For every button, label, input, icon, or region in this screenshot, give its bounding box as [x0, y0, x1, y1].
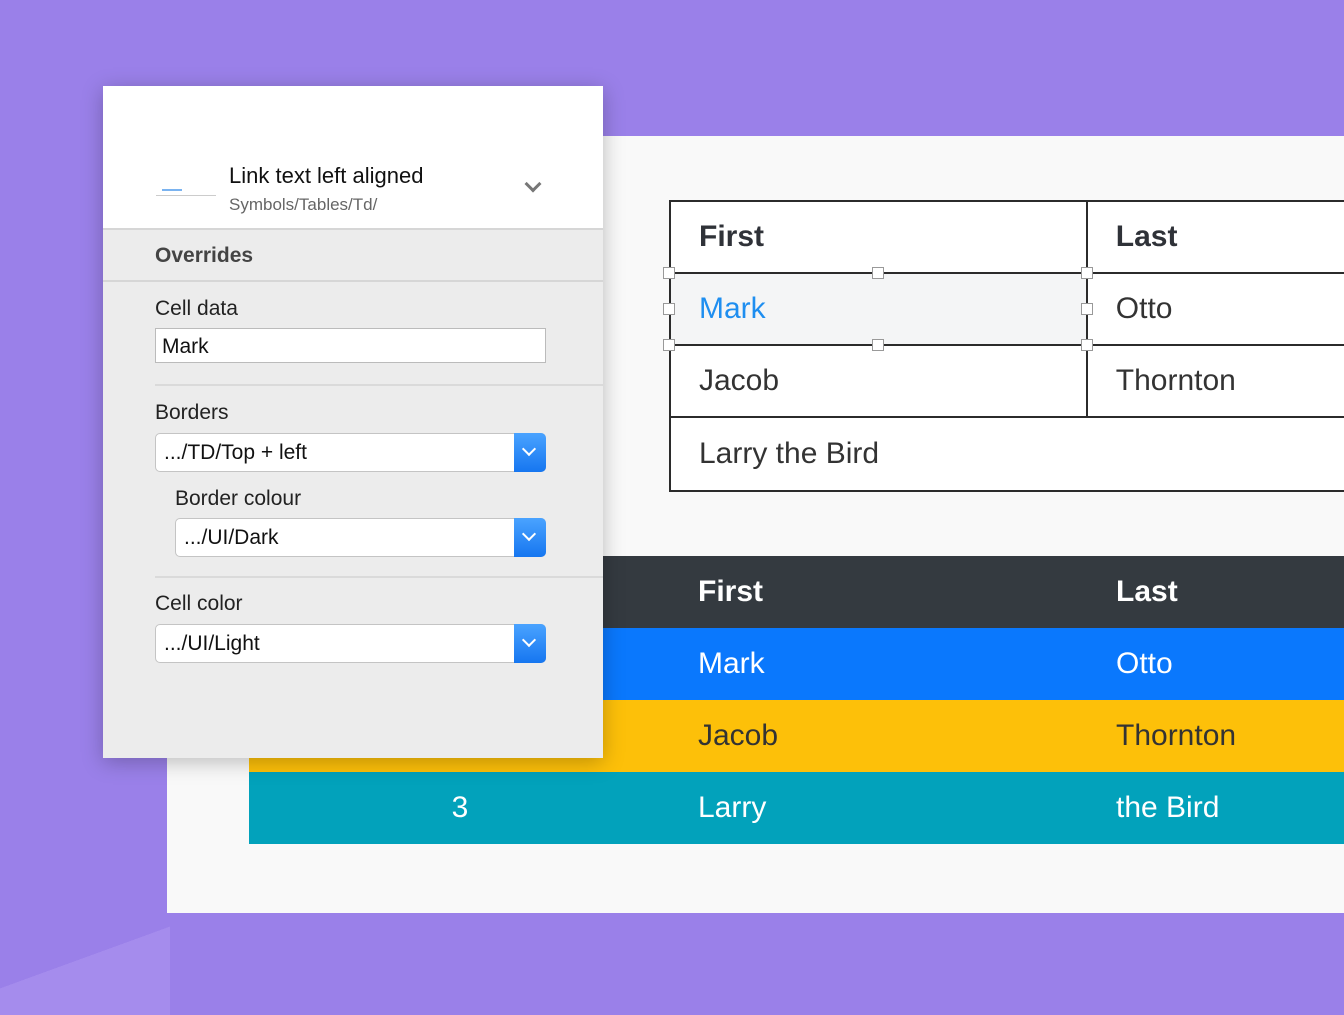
cell-data-input[interactable]: Mark — [155, 328, 546, 363]
table-row: Mark Otto — [671, 274, 1344, 346]
symbol-header[interactable]: Link text left aligned Symbols/Tables/Td… — [103, 86, 603, 230]
bordered-table: First Last Mark Otto Jacob Thornton Larr… — [669, 200, 1344, 492]
borders-select[interactable]: .../TD/Top + left — [155, 433, 546, 472]
overrides-heading: Overrides — [103, 230, 603, 282]
resize-handle[interactable] — [872, 339, 884, 351]
borders-value: .../TD/Top + left — [164, 441, 307, 464]
background-shade — [0, 900, 170, 1015]
cell-color-value: .../UI/Light — [164, 632, 260, 655]
symbol-thumbnail — [156, 186, 216, 196]
table-cell[interactable]: Otto — [1088, 274, 1344, 344]
cell-color-select[interactable]: .../UI/Light — [155, 624, 546, 663]
symbol-title: Link text left aligned — [229, 163, 424, 188]
border-colour-label: Border colour — [175, 487, 302, 510]
symbol-path: Symbols/Tables/Td/ — [229, 195, 378, 214]
resize-handle[interactable] — [1081, 267, 1093, 279]
chevron-down-icon[interactable] — [514, 624, 546, 663]
border-colour-value: .../UI/Dark — [184, 526, 279, 549]
resize-handle[interactable] — [663, 267, 675, 279]
divider — [155, 384, 603, 386]
table-header-row: First Last — [671, 202, 1344, 274]
resize-handle[interactable] — [663, 339, 675, 351]
selected-cell[interactable]: Mark — [671, 274, 1088, 344]
table-cell[interactable]: Larry the Bird — [671, 418, 1344, 490]
table-cell: Otto — [1116, 647, 1173, 680]
inspector-panel: Link text left aligned Symbols/Tables/Td… — [103, 86, 603, 758]
chevron-down-icon[interactable] — [514, 433, 546, 472]
chevron-down-icon[interactable] — [524, 175, 542, 193]
header-first: First — [671, 202, 1088, 272]
cell-color-label: Cell color — [155, 592, 243, 615]
table-row: Jacob Thornton — [671, 346, 1344, 418]
table-cell: the Bird — [1116, 791, 1220, 824]
divider — [155, 576, 603, 578]
table-cell[interactable]: Thornton — [1088, 346, 1344, 416]
header-first: First — [698, 575, 764, 608]
header-last: Last — [1115, 220, 1178, 253]
table-cell: Jacob — [698, 719, 779, 752]
resize-handle[interactable] — [1081, 339, 1093, 351]
cell-data-label: Cell data — [155, 297, 238, 320]
resize-handle[interactable] — [663, 303, 675, 315]
table-cell: Mark — [698, 647, 765, 680]
table-cell: Larry — [698, 791, 767, 824]
header-last: Last — [1116, 575, 1178, 608]
table-row-info: 3 Larry the Bird — [249, 772, 1344, 844]
borders-label: Borders — [155, 401, 229, 424]
border-colour-select[interactable]: .../UI/Dark — [175, 518, 546, 557]
table-cell: 3 — [451, 791, 469, 824]
resize-handle[interactable] — [1081, 303, 1093, 315]
chevron-down-icon[interactable] — [514, 518, 546, 557]
table-cell[interactable]: Jacob — [671, 346, 1088, 416]
resize-handle[interactable] — [872, 267, 884, 279]
table-row: Larry the Bird — [671, 418, 1344, 490]
table-cell: Thornton — [1116, 719, 1237, 752]
